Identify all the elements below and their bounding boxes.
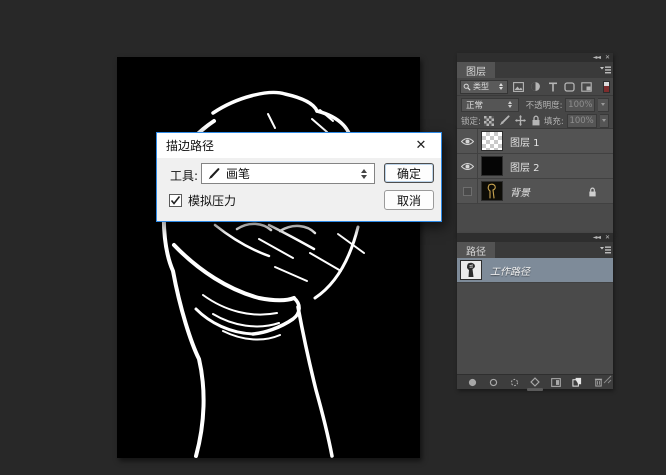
- close-panel-icon[interactable]: ✕: [605, 55, 609, 61]
- paths-toolbar: [457, 374, 613, 389]
- work-path-row[interactable]: 工作路径: [457, 258, 613, 282]
- layer-name[interactable]: 图层 1: [510, 134, 540, 149]
- blend-mode-value: 正常: [466, 99, 483, 111]
- layers-panel: ◄◄ ✕ 图层 类型: [457, 53, 613, 233]
- make-work-path-icon[interactable]: [530, 377, 541, 388]
- dialog-body: 工具: 画笔 确定 取消 模拟压力: [157, 158, 441, 220]
- panel-menu-icon[interactable]: [597, 242, 613, 258]
- tool-dropdown-stepper: [361, 169, 369, 179]
- add-mask-icon[interactable]: [551, 377, 562, 388]
- type-filter-icon[interactable]: [546, 80, 559, 93]
- pixel-filter-icon[interactable]: [512, 80, 525, 93]
- panel-resize-grip[interactable]: [603, 369, 612, 388]
- delete-path-icon[interactable]: [593, 377, 604, 388]
- paths-empty-area[interactable]: [457, 282, 613, 374]
- opacity-label: 不透明度:: [526, 99, 563, 111]
- layers-panel-header: ◄◄ ✕: [457, 53, 613, 62]
- lock-all-icon[interactable]: [531, 111, 541, 130]
- opacity-value[interactable]: 100%: [565, 98, 595, 112]
- load-selection-icon[interactable]: [509, 377, 520, 388]
- fill-path-icon[interactable]: [467, 377, 478, 388]
- magnifier-icon: [463, 83, 471, 91]
- filter-kind-label: 类型: [473, 81, 489, 92]
- collapse-panel-icon[interactable]: ◄◄: [593, 235, 600, 241]
- close-panel-icon[interactable]: ✕: [605, 235, 609, 241]
- checkmark-icon: [170, 195, 181, 206]
- layers-empty-area[interactable]: [457, 204, 613, 233]
- smart-object-filter-icon[interactable]: [580, 80, 593, 93]
- opacity-dropdown-arrow[interactable]: [598, 98, 609, 112]
- new-path-icon[interactable]: [572, 377, 583, 388]
- layer-row-1[interactable]: 图层 1: [457, 129, 613, 154]
- layer-row-background[interactable]: 背景: [457, 179, 613, 204]
- blend-mode-stepper: [508, 101, 514, 108]
- lock-move-icon[interactable]: [515, 111, 526, 130]
- filter-kind-stepper: [499, 83, 505, 90]
- visibility-eye-empty[interactable]: [457, 179, 478, 203]
- panel-resize-notch[interactable]: [527, 388, 543, 391]
- tool-dropdown[interactable]: 画笔: [201, 163, 375, 184]
- dialog-titlebar[interactable]: 描边路径 ✕: [157, 133, 441, 158]
- paths-tab-row: 路径: [457, 242, 613, 258]
- photoshop-workspace: 描边路径 ✕ 工具: 画笔 确定 取消: [0, 0, 666, 475]
- filter-toggle[interactable]: [603, 81, 610, 93]
- fill-label: 填充:: [544, 115, 564, 127]
- stroke-path-icon[interactable]: [488, 377, 499, 388]
- lock-transparent-icon[interactable]: [484, 116, 494, 126]
- visibility-eye-icon[interactable]: [457, 154, 478, 178]
- paths-panel: ◄◄ ✕ 路径 工作路径: [457, 233, 613, 389]
- layer-row-2[interactable]: 图层 2: [457, 154, 613, 179]
- stroke-path-dialog: 描边路径 ✕ 工具: 画笔 确定 取消: [156, 132, 442, 222]
- layer-filter-row: 类型: [457, 78, 613, 96]
- adjustment-filter-icon[interactable]: [529, 80, 542, 93]
- fill-value[interactable]: 100%: [567, 114, 597, 128]
- tab-paths[interactable]: 路径: [457, 242, 495, 258]
- layer-name[interactable]: 背景: [510, 184, 530, 199]
- layer-thumbnail[interactable]: [481, 131, 503, 151]
- layer-thumbnail[interactable]: [481, 156, 503, 176]
- path-thumbnail[interactable]: [460, 260, 482, 280]
- fill-dropdown-arrow[interactable]: [600, 114, 609, 128]
- lock-paint-icon[interactable]: [499, 111, 510, 130]
- close-icon[interactable]: ✕: [410, 138, 432, 153]
- tool-label: 工具:: [170, 167, 198, 184]
- filter-kind-dropdown[interactable]: 类型: [460, 80, 508, 94]
- fist-line-art: [117, 57, 420, 458]
- panel-menu-icon[interactable]: [597, 62, 613, 78]
- path-name[interactable]: 工作路径: [490, 263, 530, 278]
- tab-layers[interactable]: 图层: [457, 62, 495, 78]
- cancel-button[interactable]: 取消: [384, 190, 434, 210]
- shape-filter-icon[interactable]: [563, 80, 576, 93]
- blend-mode-dropdown[interactable]: 正常: [461, 98, 519, 112]
- lock-row: 锁定: 填充: 100%: [457, 113, 613, 129]
- lock-label: 锁定:: [461, 115, 481, 127]
- brush-icon: [207, 167, 221, 181]
- dialog-title: 描边路径: [166, 137, 214, 154]
- simulate-pressure-row: 模拟压力: [169, 192, 236, 209]
- visibility-eye-icon[interactable]: [457, 129, 478, 153]
- simulate-pressure-label: 模拟压力: [188, 192, 236, 209]
- layer-name[interactable]: 图层 2: [510, 159, 540, 174]
- simulate-pressure-checkbox[interactable]: [169, 194, 182, 207]
- paths-panel-header: ◄◄ ✕: [457, 233, 613, 242]
- tool-dropdown-value: 画笔: [226, 165, 250, 182]
- layers-tab-row: 图层: [457, 62, 613, 78]
- document-canvas[interactable]: [117, 57, 420, 458]
- layer-thumbnail[interactable]: [481, 181, 503, 201]
- collapse-panel-icon[interactable]: ◄◄: [593, 55, 600, 61]
- layer-lock-icon: [588, 182, 597, 201]
- ok-button[interactable]: 确定: [384, 163, 434, 183]
